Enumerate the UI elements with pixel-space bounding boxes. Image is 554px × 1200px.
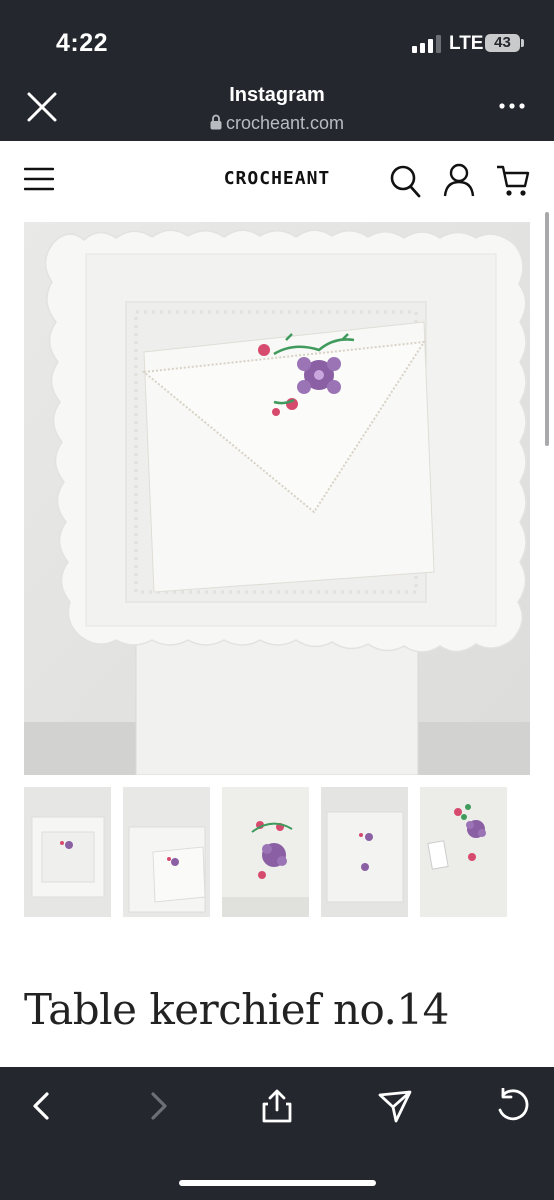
url-text: crocheant.com: [225, 113, 345, 133]
product-title: Table kerchief no.14: [24, 985, 449, 1034]
thumbnail-strip: [24, 787, 534, 917]
thumbnail-image: [222, 787, 309, 917]
cart-icon[interactable]: [496, 164, 530, 198]
signal-icon: [412, 35, 441, 53]
home-indicator[interactable]: [179, 1180, 376, 1186]
url-display[interactable]: crocheant.com: [0, 113, 554, 134]
back-icon[interactable]: [24, 1088, 58, 1124]
network-label: LTE: [449, 33, 484, 54]
account-icon[interactable]: [443, 163, 475, 197]
thumbnail-image: [123, 787, 210, 917]
battery-level: 43: [494, 34, 511, 51]
page-scrollbar[interactable]: [545, 212, 549, 446]
thumbnail-2[interactable]: [123, 787, 210, 917]
battery-tip: [521, 39, 524, 47]
forward-icon[interactable]: [142, 1088, 176, 1124]
send-icon[interactable]: [378, 1088, 412, 1124]
thumbnail-5[interactable]: [420, 787, 507, 917]
battery-icon: 43: [485, 34, 520, 52]
thumbnail-3[interactable]: [222, 787, 309, 917]
thumbnail-image: [321, 787, 408, 917]
more-icon[interactable]: [499, 100, 525, 112]
thumbnail-image: [420, 787, 507, 917]
thumbnail-4[interactable]: [321, 787, 408, 917]
thumbnail-1[interactable]: [24, 787, 111, 917]
status-time: 4:22: [56, 29, 109, 57]
browser-title: Instagram: [229, 84, 325, 106]
product-photo: [24, 222, 530, 775]
top-bar: 4:22 LTE 43 Instagram crocheant.com: [0, 0, 554, 141]
search-icon[interactable]: [389, 164, 421, 198]
lock-icon: [210, 114, 222, 130]
thumbnail-image: [24, 787, 111, 917]
share-icon[interactable]: [260, 1088, 294, 1124]
product-main-image[interactable]: [24, 222, 530, 775]
reload-icon[interactable]: [495, 1088, 529, 1124]
